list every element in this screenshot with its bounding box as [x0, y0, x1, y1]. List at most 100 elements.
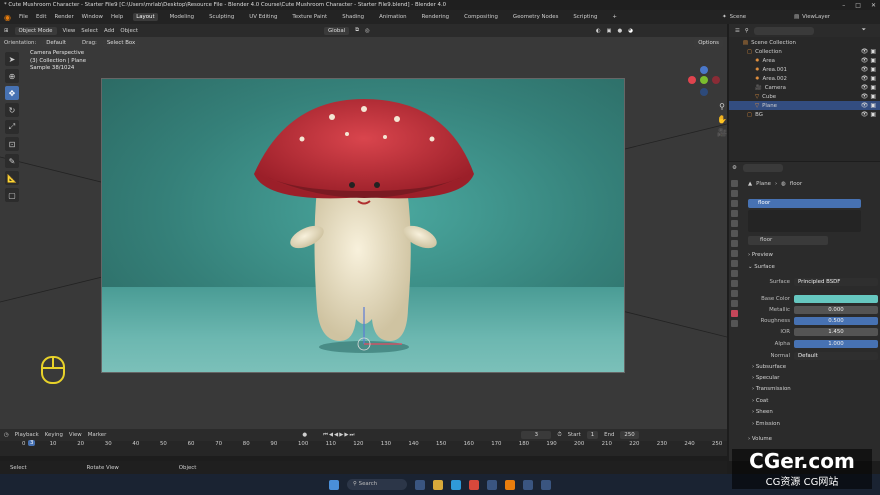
maximize-button[interactable]: □ [855, 2, 861, 9]
section-preview[interactable]: › Preview [748, 252, 773, 258]
outliner-row[interactable]: 🎥 Camera 👁 ▣ [729, 83, 880, 92]
outliner-row[interactable]: ▽ Plane 👁 ▣ [729, 101, 880, 110]
scene-selector[interactable]: ✦ Scene [722, 14, 746, 20]
tab-uv-editing[interactable]: UV Editing [246, 13, 280, 21]
tab-layout[interactable]: Layout [133, 13, 158, 21]
tab-geometry-nodes[interactable]: Geometry Nodes [510, 13, 561, 21]
menu-select[interactable]: Select [81, 28, 98, 34]
drag-dropdown[interactable]: Select Box [102, 38, 140, 47]
property-field[interactable]: 0.500 [794, 316, 878, 325]
visibility-icons[interactable]: 👁 ▣ [861, 75, 876, 82]
marker-menu[interactable]: Marker [88, 432, 107, 438]
tab-animation[interactable]: Animation [376, 13, 409, 21]
material-tab-icon[interactable] [730, 310, 738, 317]
render-preview[interactable] [101, 78, 625, 373]
section-specular[interactable]: › Specular [752, 375, 779, 381]
property-field[interactable] [794, 294, 878, 303]
axis-gizmo[interactable] [684, 60, 724, 100]
property-field[interactable]: Principled BSDF [794, 277, 878, 286]
outliner-search[interactable] [753, 26, 814, 35]
tab-sculpting[interactable]: Sculpting [206, 13, 237, 21]
orientation-dropdown[interactable]: Default [42, 38, 70, 47]
visibility-icons[interactable]: 👁 ▣ [861, 93, 876, 100]
z-axis-dot[interactable] [700, 66, 708, 74]
filter-icon[interactable]: ⏷ [862, 27, 866, 34]
menu-object[interactable]: Object [120, 28, 138, 34]
menu-window[interactable]: Window [82, 14, 103, 20]
section-sheen[interactable]: › Sheen [752, 409, 773, 415]
neg-x-dot[interactable] [712, 76, 720, 84]
tab-compositing[interactable]: Compositing [461, 13, 501, 21]
collection-tab-icon[interactable] [730, 240, 738, 247]
explorer-icon[interactable] [433, 479, 443, 490]
neg-z-dot[interactable] [700, 88, 708, 96]
outliner-row[interactable]: ✹ Area.001 👁 ▣ [729, 65, 880, 74]
visibility-icons[interactable]: 👁 ▣ [861, 48, 876, 55]
blender-logo-icon[interactable]: ◉ [4, 13, 11, 22]
x-axis-dot[interactable] [688, 76, 696, 84]
taskbar-search[interactable]: ⚲ Search [347, 479, 407, 490]
xray-icon[interactable]: ▣ [606, 28, 611, 34]
outliner-row[interactable]: ✹ Area 👁 ▣ [729, 56, 880, 65]
tab-texture-paint[interactable]: Texture Paint [289, 13, 330, 21]
proportional-edit-icon[interactable]: ◎ [365, 28, 370, 34]
transform-icon[interactable]: ⊡ [5, 137, 19, 151]
playback-controls[interactable]: ⏮◀◀▶▶⏭ [323, 432, 355, 439]
windows-start-icon[interactable] [329, 479, 339, 490]
view-menu[interactable]: View [69, 432, 82, 438]
section-subsurface[interactable]: › Subsurface [752, 364, 786, 370]
menu-help[interactable]: Help [111, 14, 123, 20]
section-coat[interactable]: › Coat [752, 398, 768, 404]
options-button[interactable]: Options [694, 38, 723, 47]
overlay-icon[interactable]: ◐ [596, 28, 601, 34]
visibility-icons[interactable]: 👁 ▣ [861, 57, 876, 64]
section-surface[interactable]: ⌄ Surface [748, 264, 775, 270]
pan-hand-icon[interactable]: ✋ [717, 115, 727, 124]
tab-shading[interactable]: Shading [339, 13, 367, 21]
constraints-tab-icon[interactable] [730, 290, 738, 297]
properties-search[interactable] [742, 164, 783, 172]
keying-menu[interactable]: Keying [45, 432, 63, 438]
outliner-row[interactable]: ▢ Collection 👁 ▣ [729, 47, 880, 56]
move-icon[interactable]: ✥ [5, 86, 19, 100]
render-tab-icon[interactable] [730, 190, 738, 197]
record-icon[interactable]: ● [302, 432, 307, 438]
section-volume[interactable]: › Volume [748, 436, 772, 442]
section-emission[interactable]: › Emission [752, 421, 780, 427]
add-workspace-button[interactable]: + [609, 13, 620, 21]
blender-taskbar-icon[interactable] [505, 479, 515, 490]
material-slot-row[interactable]: floor [748, 199, 861, 208]
transform-orientation-dropdown[interactable]: Global [323, 26, 350, 35]
mode-dropdown[interactable]: Object Mode [14, 26, 57, 35]
view-layer-tab-icon[interactable] [730, 210, 738, 217]
particles-tab-icon[interactable] [730, 270, 738, 277]
add-cube-icon[interactable]: ▢ [5, 188, 19, 202]
select-cursor-icon[interactable]: ➤ [5, 52, 19, 66]
cursor-icon[interactable]: ⊕ [5, 69, 19, 83]
timeline-editor-icon[interactable]: ◷ [4, 432, 9, 438]
close-button[interactable]: ✕ [871, 2, 876, 9]
shading-solid-icon[interactable]: ● [618, 28, 623, 34]
menu-file[interactable]: File [19, 14, 28, 20]
menu-edit[interactable]: Edit [36, 14, 46, 20]
minimize-button[interactable]: – [842, 2, 845, 9]
visibility-icons[interactable]: 👁 ▣ [861, 66, 876, 73]
outliner-row[interactable]: ▢ BG 👁 ▣ [729, 110, 880, 119]
browser-icon[interactable] [451, 479, 461, 490]
world-tab-icon[interactable] [730, 230, 738, 237]
tab-rendering[interactable]: Rendering [419, 13, 453, 21]
snap-icon[interactable]: ⧉ [355, 27, 359, 34]
outliner-row[interactable]: ✹ Area.002 👁 ▣ [729, 74, 880, 83]
camera-view-icon[interactable]: 🎥 [717, 128, 727, 137]
property-field[interactable]: 0.000 [794, 305, 878, 314]
y-axis-dot[interactable] [700, 76, 708, 84]
property-field[interactable]: 1.000 [794, 339, 878, 348]
navigation-gizmo[interactable]: ⚲ ✋ 🎥 [684, 60, 732, 137]
texture-tab-icon[interactable] [730, 320, 738, 327]
measure-icon[interactable]: 📐 [5, 171, 19, 185]
start-frame-field[interactable]: 1 [586, 431, 599, 439]
rotate-icon[interactable]: ↻ [5, 103, 19, 117]
scene-tab-icon[interactable] [730, 220, 738, 227]
chrome-icon[interactable] [469, 479, 479, 490]
object-tab-icon[interactable] [730, 250, 738, 257]
